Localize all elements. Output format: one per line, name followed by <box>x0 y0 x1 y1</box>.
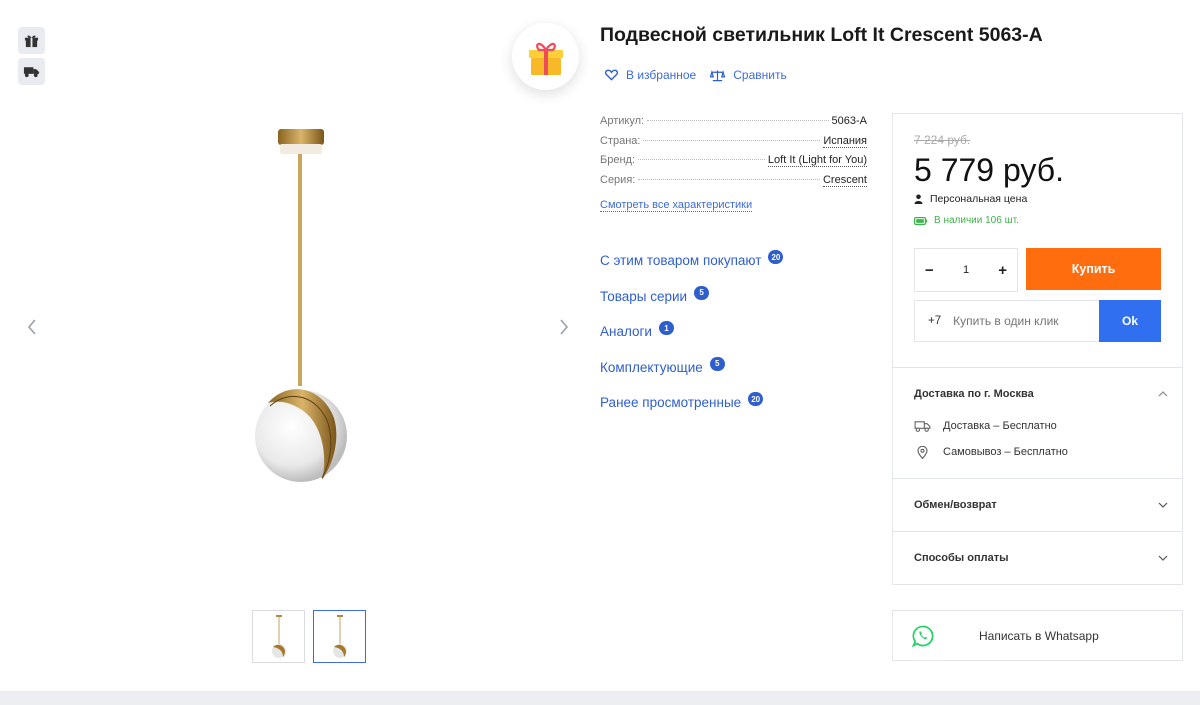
chevron-down-icon <box>1158 555 1168 561</box>
quantity-stepper: − 1 + <box>914 248 1018 292</box>
payment-heading: Способы оплаты <box>914 552 1009 564</box>
compare-label: Сравнить <box>733 68 787 82</box>
spec-key: Страна: <box>600 134 641 147</box>
related-link-label: Товары серии <box>600 288 688 304</box>
all-specs-link[interactable]: Смотреть все характеристики <box>600 199 753 212</box>
spec-row-brand: Бренд: Loft It (Light for You) <box>600 154 867 174</box>
chevron-up-icon <box>1158 391 1168 397</box>
count-badge: 1 <box>658 321 674 335</box>
count-badge: 20 <box>768 250 784 264</box>
buy-button[interactable]: Купить <box>1026 248 1161 290</box>
related-link-components[interactable]: Комплектующие 5 <box>600 356 783 396</box>
stock-label: В наличии 106 шт. <box>934 215 1019 226</box>
spec-key: Артикул: <box>600 115 645 127</box>
one-click-ok-button[interactable]: Ok <box>1099 300 1161 342</box>
battery-icon <box>914 216 927 225</box>
related-link-label: Аналоги <box>600 324 652 339</box>
whatsapp-label: Написать в Whatsapp <box>979 628 1099 643</box>
product-actions: В избранное Сравнить <box>605 68 787 82</box>
gallery-next-button[interactable] <box>554 315 574 339</box>
spec-value-link[interactable]: Crescent <box>822 174 867 187</box>
thumbnail-2[interactable] <box>313 610 366 663</box>
spec-value-link[interactable]: Loft It (Light for You) <box>767 154 867 167</box>
related-links: С этим товаром покупают 20 Товары серии … <box>600 250 784 431</box>
map-pin-icon <box>917 445 928 459</box>
delivery-courier: Доставка – Бесплатно <box>893 413 1182 439</box>
spec-dots <box>647 120 829 121</box>
spec-value-link[interactable]: Испания <box>823 135 867 148</box>
footer-strip <box>0 691 1200 705</box>
old-price: 7 224 руб. <box>914 133 971 147</box>
delivery-section: Доставка по г. Москва Доставка – Бесплат… <box>893 367 1182 465</box>
quantity-increase-button[interactable]: + <box>998 262 1007 279</box>
one-click-form: +7 Ok <box>914 300 1161 342</box>
truck-outline-icon <box>914 421 931 432</box>
gift-badge[interactable] <box>18 27 45 54</box>
favorite-button[interactable]: В избранное <box>605 68 696 82</box>
scales-icon <box>710 69 726 81</box>
related-link-series[interactable]: Товары серии 5 <box>600 285 783 325</box>
thumbnail-1[interactable] <box>252 610 305 663</box>
compare-button[interactable]: Сравнить <box>710 68 787 82</box>
gift-icon <box>24 35 39 48</box>
gift-box-icon <box>528 42 563 75</box>
product-title: Подвесной светильник Loft It Crescent 50… <box>600 24 1043 46</box>
count-badge: 5 <box>694 285 710 300</box>
related-link-label: Ранее просмотренные <box>600 395 742 410</box>
spec-dots <box>643 139 821 141</box>
personal-price-label: Персональная цена <box>930 193 1028 205</box>
spec-dots <box>638 159 765 160</box>
current-price: 5 779 руб. <box>914 152 1064 188</box>
exchange-heading: Обмен/возврат <box>914 499 997 511</box>
related-link-label: Комплектующие <box>600 359 703 375</box>
spec-dots <box>638 178 820 180</box>
spec-row-country: Страна: Испания <box>600 135 867 155</box>
delivery-pickup-label: Самовывоз – Бесплатно <box>943 446 1068 458</box>
exchange-section: Обмен/возврат <box>893 478 1182 531</box>
spec-key: Серия: <box>600 173 636 186</box>
chevron-right-icon <box>560 319 569 335</box>
gallery-prev-button[interactable] <box>22 315 42 339</box>
delivery-pickup: Самовывоз – Бесплатно <box>893 439 1182 465</box>
user-icon <box>914 194 923 204</box>
count-badge: 20 <box>748 392 764 406</box>
whatsapp-button[interactable]: Написать в Whatsapp <box>892 610 1183 661</box>
related-link-label: С этим товаром покупают <box>600 253 762 268</box>
spec-row-series: Серия: Crescent <box>600 174 867 194</box>
payment-section: Способы оплаты <box>893 531 1182 584</box>
delivery-courier-label: Доставка – Бесплатно <box>943 420 1057 432</box>
chevron-left-icon <box>27 319 36 335</box>
quantity-value[interactable]: 1 <box>963 264 969 276</box>
thumbnail-strip <box>252 610 366 663</box>
side-badges <box>18 27 45 89</box>
spec-value: 5063-A <box>831 115 867 127</box>
stock-status: В наличии 106 шт. <box>914 215 1019 226</box>
whatsapp-icon <box>912 625 934 647</box>
spec-key: Бренд: <box>600 154 636 166</box>
related-link-bought-together[interactable]: С этим товаром покупают 20 <box>600 250 784 289</box>
spec-list: Артикул: 5063-A Страна: Испания Бренд: L… <box>600 115 867 212</box>
favorite-label: В избранное <box>626 68 697 82</box>
payment-toggle[interactable]: Способы оплаты <box>893 532 1182 584</box>
personal-price-note: Персональная цена <box>914 193 1027 205</box>
quantity-decrease-button[interactable]: − <box>925 262 934 279</box>
chevron-down-icon <box>1158 502 1168 508</box>
one-click-phone-input[interactable] <box>953 314 1094 328</box>
gift-promo-bubble[interactable] <box>512 23 579 90</box>
delivery-heading: Доставка по г. Москва <box>914 388 1034 400</box>
related-link-analogs[interactable]: Аналоги 1 <box>600 321 783 360</box>
spec-row-article: Артикул: 5063-A <box>600 115 867 135</box>
phone-prefix: +7 <box>928 315 942 327</box>
delivery-badge[interactable] <box>18 58 45 85</box>
count-badge: 5 <box>709 356 725 371</box>
related-link-recently-viewed[interactable]: Ранее просмотренные 20 <box>600 392 783 431</box>
exchange-toggle[interactable]: Обмен/возврат <box>893 479 1182 531</box>
truck-icon <box>23 67 40 78</box>
heart-icon <box>605 69 618 81</box>
buy-box: 7 224 руб. 5 779 руб. Персональная цена … <box>892 113 1183 585</box>
product-main-image[interactable] <box>230 118 370 508</box>
